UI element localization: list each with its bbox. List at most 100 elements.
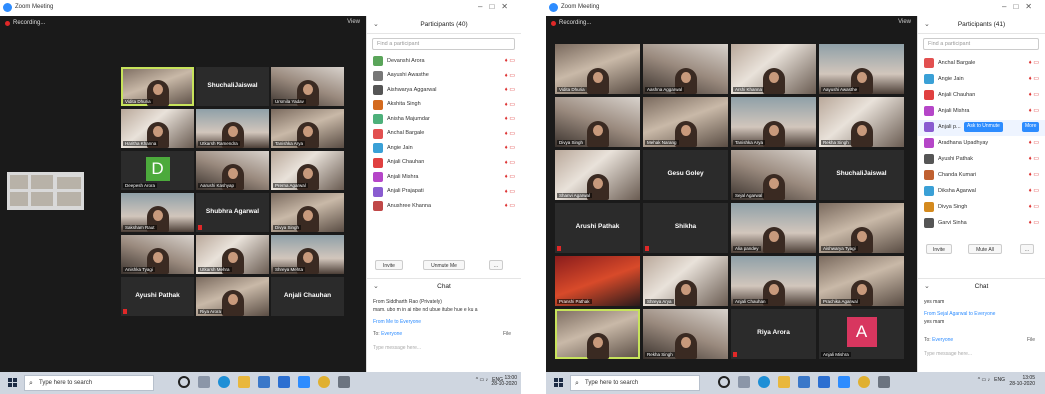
recipient-dropdown[interactable]: Everyone	[932, 337, 953, 343]
participant-row[interactable]: Anchal Bargale ♦ ▭	[367, 127, 521, 142]
zoom-taskbar-icon[interactable]	[298, 376, 310, 388]
clock[interactable]: 13:00 28-10-2020	[491, 375, 517, 387]
video-tile[interactable]: Shreya Arya	[643, 256, 728, 306]
invite-button[interactable]: Invite	[375, 260, 403, 270]
video-tile[interactable]: Haritha Khanna	[121, 109, 194, 148]
video-tile[interactable]: Vidita Dhuria	[555, 44, 640, 94]
chat-message-input[interactable]: Type message here...	[373, 345, 421, 351]
video-tile[interactable]: Aishwarya Tyagi	[819, 203, 904, 253]
video-tile[interactable]: Mehak Narang	[643, 97, 728, 147]
video-tile[interactable]	[555, 309, 640, 359]
video-tile[interactable]: Alia pandey	[731, 203, 816, 253]
participant-search-input[interactable]: Find a participant	[372, 38, 515, 50]
participant-row[interactable]: Angie Jain ♦ ▭	[918, 72, 1045, 88]
cortana-icon[interactable]	[178, 376, 190, 388]
chat-message-input[interactable]: Type message here...	[924, 351, 972, 357]
recipient-dropdown[interactable]: Everyone	[381, 331, 402, 337]
store-icon[interactable]	[798, 376, 810, 388]
task-view-icon[interactable]	[198, 376, 210, 388]
video-tile[interactable]: Anishka Tyagi	[121, 235, 194, 274]
file-explorer-icon[interactable]	[238, 376, 250, 388]
avatar-tile[interactable]: A Anjali Mishra	[819, 309, 904, 359]
video-tile-no-camera[interactable]: Shikha	[643, 203, 728, 253]
video-tile-no-camera[interactable]: ShuchaliJaiswal	[196, 67, 269, 106]
view-button[interactable]: View	[347, 19, 360, 25]
taskbar-search-input[interactable]: ⌕ Type here to search	[24, 375, 154, 391]
more-options-button[interactable]: ...	[1020, 244, 1034, 254]
video-tile[interactable]: Prachika Agarwal	[819, 256, 904, 306]
task-view-icon[interactable]	[738, 376, 750, 388]
more-options-button[interactable]: ...	[489, 260, 503, 270]
participant-row[interactable]: Aishwarya Aggarwal ♦ ▭	[367, 83, 521, 98]
video-tile[interactable]: Vidita Dhuria	[121, 67, 194, 106]
video-tile[interactable]: Prerna Agarwal	[271, 151, 344, 190]
window-controls[interactable]: –□✕	[478, 2, 515, 11]
participant-row[interactable]: Chanda Kumari ♦ ▭	[918, 168, 1045, 184]
system-tray[interactable]: ^ ▭ ♪ ENG	[978, 377, 1005, 383]
edge-icon[interactable]	[218, 376, 230, 388]
video-tile-no-camera[interactable]: Anjali Chauhan	[271, 277, 344, 316]
video-tile[interactable]: Shanvi Agarwal	[555, 150, 640, 200]
participant-row[interactable]: Anjali Mishra ♦ ▭	[918, 104, 1045, 120]
video-tile[interactable]: Aarushi Kashyap	[196, 151, 269, 190]
video-tile[interactable]: Aashna Aggarwal	[643, 44, 728, 94]
chrome-icon[interactable]	[318, 376, 330, 388]
participant-row[interactable]: Divya Singh ♦ ▭	[918, 200, 1045, 216]
video-tile[interactable]: Pranshi Pathak	[555, 256, 640, 306]
participant-row[interactable]: Anchal Bargale ♦ ▭	[918, 56, 1045, 72]
video-tile[interactable]: Ursmila Yadav	[271, 67, 344, 106]
windows-start-icon[interactable]	[554, 378, 564, 388]
participant-row[interactable]: Devanshi Arora ♦ ▭	[367, 54, 521, 69]
video-tile[interactable]: Tanishka Arya	[731, 97, 816, 147]
video-tile-no-camera[interactable]: Arushi Pathak	[555, 203, 640, 253]
file-button[interactable]: File	[1027, 337, 1035, 343]
taskbar-search-input[interactable]: ⌕ Type here to search	[570, 375, 700, 391]
edge-icon[interactable]	[758, 376, 770, 388]
participant-row[interactable]: Ayushi Pathak ♦ ▭	[918, 152, 1045, 168]
unmute-me-button[interactable]: Unmute Me	[423, 260, 465, 270]
video-tile-no-camera[interactable]: Ayushi Pathak	[121, 277, 194, 316]
window-controls[interactable]: –□✕	[1002, 2, 1039, 11]
cortana-icon[interactable]	[718, 376, 730, 388]
video-tile-no-camera[interactable]: Shubhra Agarwal	[196, 193, 269, 232]
video-tile[interactable]: Anjali Chauhan	[731, 256, 816, 306]
zoom-taskbar-icon[interactable]	[838, 376, 850, 388]
video-tile[interactable]: Shreya Mehta	[271, 235, 344, 274]
video-tile[interactable]: Arshi Khanna	[731, 44, 816, 94]
store-icon[interactable]	[258, 376, 270, 388]
file-explorer-icon[interactable]	[778, 376, 790, 388]
participant-row[interactable]: Anjali Prajapati ♦ ▭	[367, 185, 521, 200]
video-tile[interactable]: Saksham Raut	[121, 193, 194, 232]
participant-search-input[interactable]: Find a participant	[923, 38, 1039, 50]
video-tile[interactable]: Aayushi Awasthe	[819, 44, 904, 94]
participant-row[interactable]: Anjali Mishra ♦ ▭	[367, 170, 521, 185]
participant-row[interactable]: Angie Jain ♦ ▭	[367, 141, 521, 156]
shared-screen-thumbnail[interactable]	[7, 172, 84, 210]
video-tile[interactable]: Sejal Agarwal	[731, 150, 816, 200]
participant-row[interactable]: Anjali p... Ask to Unmute More	[918, 120, 1045, 136]
video-tile[interactable]: Divya Singh	[555, 97, 640, 147]
video-tile[interactable]: Utkarsh Ramendra	[196, 109, 269, 148]
windows-start-icon[interactable]	[8, 378, 18, 388]
mail-icon[interactable]	[818, 376, 830, 388]
participant-row[interactable]: Aradhana Upadhyay ♦ ▭	[918, 136, 1045, 152]
video-tile-no-camera[interactable]: Gesu Goley	[643, 150, 728, 200]
mail-icon[interactable]	[278, 376, 290, 388]
avatar-tile[interactable]: D Deepesh Arora	[121, 151, 194, 190]
participant-row[interactable]: Diksha Agarwal ♦ ▭	[918, 184, 1045, 200]
invite-button[interactable]: Invite	[926, 244, 952, 254]
video-tile[interactable]: Riya Arora	[196, 277, 269, 316]
participant-row[interactable]: Anisha Majumdar ♦ ▭	[367, 112, 521, 127]
chrome-icon[interactable]	[858, 376, 870, 388]
ask-to-unmute-button[interactable]: Ask to Unmute	[964, 122, 1003, 132]
video-tile-no-camera[interactable]: Riya Arora	[731, 309, 816, 359]
app-icon[interactable]	[338, 376, 350, 388]
video-tile[interactable]: Utkarsh Mehra	[196, 235, 269, 274]
view-button[interactable]: View	[898, 19, 911, 25]
video-tile[interactable]: Rekha Singh	[819, 97, 904, 147]
app-icon[interactable]	[878, 376, 890, 388]
participant-row[interactable]: Garvi Sinha ♦ ▭	[918, 216, 1045, 232]
video-tile[interactable]: Tanishka Arya	[271, 109, 344, 148]
file-button[interactable]: File	[503, 331, 511, 337]
participant-row[interactable]: Anushree Khanna ♦ ▭	[367, 199, 521, 214]
